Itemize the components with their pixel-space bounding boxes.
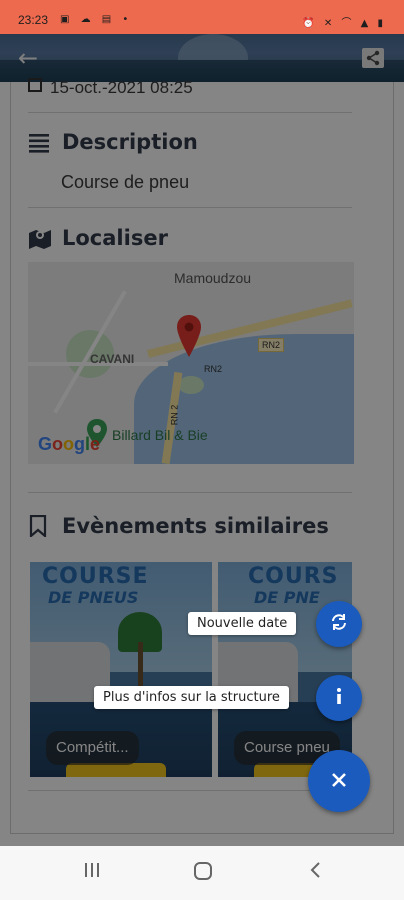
close-icon: [330, 767, 348, 795]
home-icon[interactable]: [190, 860, 216, 886]
new-date-button[interactable]: [316, 601, 362, 647]
recent-apps-icon[interactable]: [80, 860, 104, 886]
new-date-tooltip[interactable]: Nouvelle date: [188, 612, 297, 635]
system-nav-bar: [0, 846, 404, 900]
status-time: 23:23: [18, 13, 49, 27]
system-icons: ⏰ ✕ ⌒ ▲ ▮: [302, 18, 386, 29]
status-bar: 23:23 ▣ ☁ ▤ • ⏰ ✕ ⌒ ▲ ▮: [0, 0, 404, 34]
more-info-tooltip[interactable]: Plus d'infos sur la structure: [94, 686, 289, 709]
info-icon: [334, 687, 344, 709]
notification-icons: ▣ ☁ ▤ •: [60, 14, 133, 25]
close-menu-button[interactable]: [308, 750, 370, 812]
dim-overlay[interactable]: [0, 34, 404, 846]
back-icon[interactable]: [304, 860, 328, 886]
more-info-button[interactable]: [316, 675, 362, 721]
refresh-icon: [330, 613, 348, 635]
